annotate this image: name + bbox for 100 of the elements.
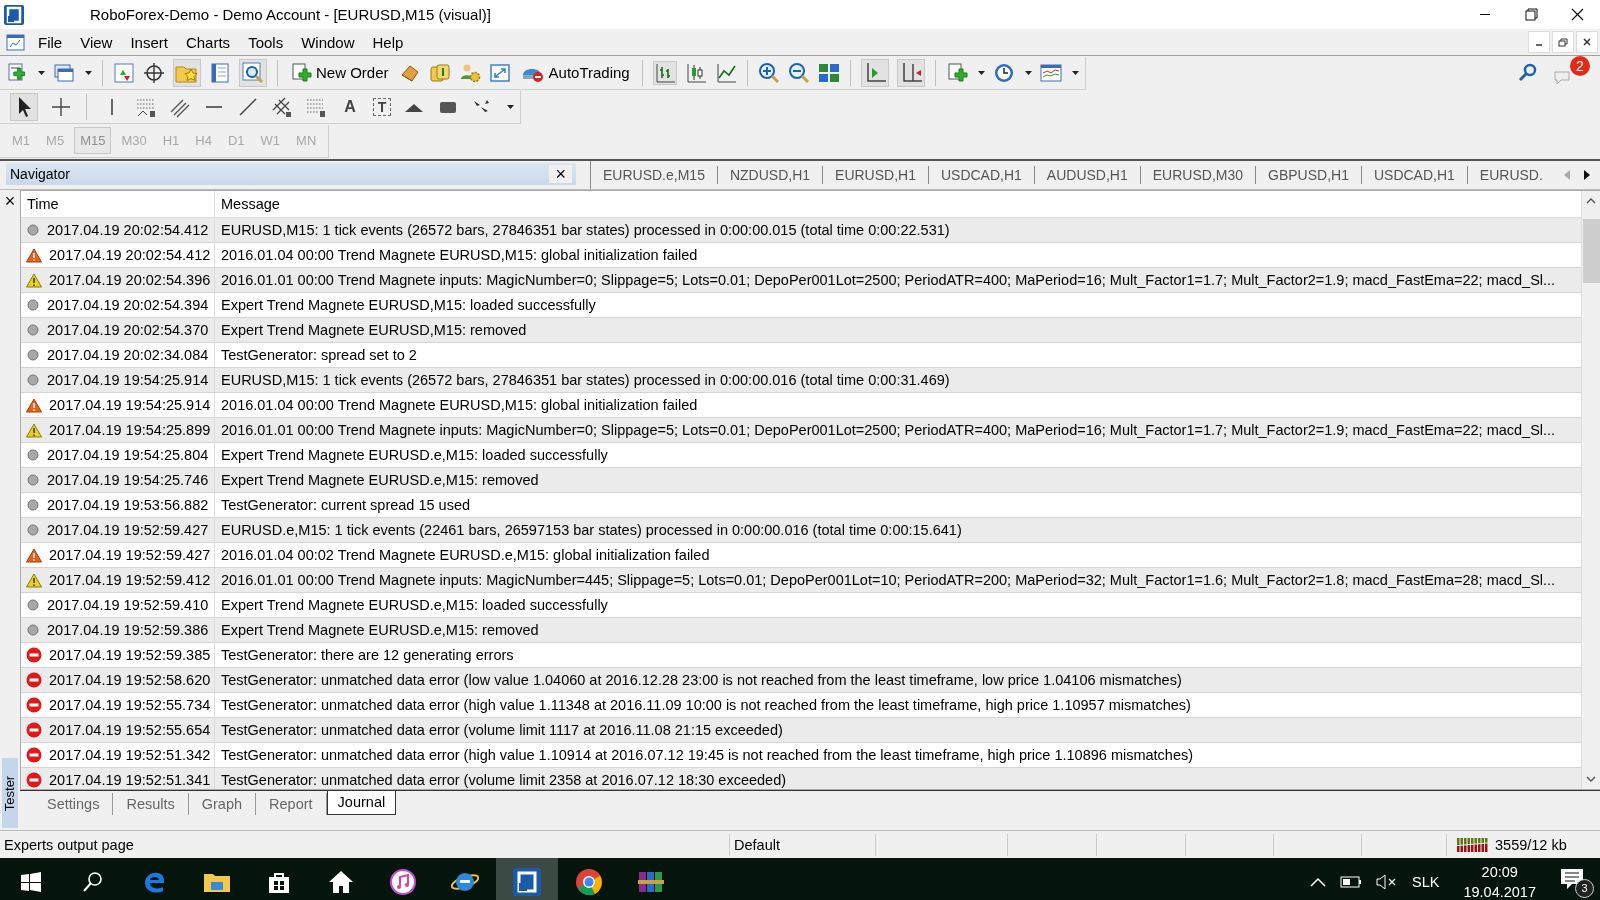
app-logo-icon[interactable] [513, 868, 541, 896]
time-cell: 2017.04.19 19:52:55.734 [49, 697, 211, 713]
clock-time[interactable]: 20:09 [1481, 862, 1518, 882]
windows-logo-icon[interactable] [21, 872, 41, 892]
candlestick-icon[interactable] [684, 61, 707, 84]
time-cell: 2017.04.19 19:54:25.914 [47, 372, 209, 388]
caret-up-icon[interactable] [1310, 877, 1326, 887]
traffic-meter-icon [1457, 836, 1489, 853]
line-chart-icon[interactable] [714, 61, 737, 84]
time-cell: 2017.04.19 19:52:51.342 [49, 747, 211, 763]
message-cell-text: Expert Trend Magnete EURUSD.e,M15: loaded successfully [220, 597, 608, 613]
market-window-icon[interactable] [113, 61, 135, 84]
status-message: Experts output page [4, 836, 134, 853]
chart-tab[interactable]: GBPUSD,H1 [1256, 166, 1362, 184]
menu-item[interactable]: View [71, 33, 122, 51]
restore-icon[interactable] [1552, 31, 1574, 53]
menu-item[interactable]: Insert [121, 33, 177, 51]
chart-document-icon[interactable] [6, 32, 26, 52]
time-cell: 2017.04.19 20:02:34.084 [47, 347, 209, 363]
window-stack-icon[interactable] [53, 61, 75, 84]
gann-grid-icon[interactable] [271, 95, 293, 118]
store-bag-icon[interactable] [267, 870, 291, 894]
expand-icon[interactable] [488, 61, 511, 84]
message-cell-text: TestGenerator: unmatched data error (high value 1.10914 at 2016.07.12 19:45 is not reached from the least timeframe, high price 1.10896 mismatches) [220, 747, 1194, 763]
app-logo-icon [4, 4, 24, 25]
chart-tab[interactable]: EURUSD. [1467, 166, 1555, 184]
search-icon[interactable] [82, 871, 104, 893]
menu-item[interactable]: Tools [239, 33, 293, 51]
panel-tab[interactable]: Results [113, 793, 189, 815]
scroll-right-icon[interactable] [1584, 170, 1590, 180]
alert-triangle-icon [26, 397, 42, 413]
tile-windows-icon[interactable] [817, 61, 840, 84]
magnifier-chart-icon[interactable] [239, 58, 267, 87]
list-window-icon[interactable] [209, 61, 231, 84]
text-label-tool[interactable]: T [373, 97, 391, 116]
time-cell: 2017.04.19 20:02:54.412 [47, 222, 209, 238]
menu-item[interactable]: File [29, 33, 72, 51]
clock-icon[interactable] [992, 61, 1015, 84]
panel-tab[interactable]: Settings [34, 793, 114, 815]
panel-title: Navigator [10, 166, 70, 182]
menu-item[interactable]: Help [363, 33, 413, 51]
traffic-reading: 3559/12 kb [1495, 836, 1567, 853]
coins-icon[interactable] [428, 61, 451, 84]
zoom-in-icon[interactable] [757, 61, 780, 84]
chart-tab[interactable]: USDCAD,H1 [1361, 166, 1468, 184]
chart-window-icon[interactable] [1039, 61, 1062, 84]
message-cell-text: Expert Trend Magnete EURUSD.e,M15: loaded successfully [220, 447, 608, 463]
message-cell-text: 2016.01.01 00:00 Trend Magnete inputs: MagicNumber=0; Slippage=5; Lots=0.01; DepoPer001Lot=2500; PeriodATR=400; MaPeriod=16; Mult_Factor1=1.7; Mult_Factor2=1.9; macd_FastEma=22; macd_Sl... [220, 422, 1556, 438]
warning-triangle-icon [26, 272, 42, 288]
chart-tab[interactable]: EURUSD.e,M15 [591, 166, 718, 184]
close-button[interactable]: × [549, 165, 572, 183]
column-header[interactable]: Message [215, 196, 280, 212]
alert-triangle-icon [26, 547, 42, 563]
clock-date[interactable]: 19.04.2017 [1463, 882, 1536, 900]
panel-tab[interactable]: Journal [326, 791, 397, 815]
time-cell: 2017.04.19 19:54:25.899 [49, 422, 211, 438]
bar-chart-icon[interactable] [652, 60, 677, 85]
close-icon[interactable] [1576, 31, 1598, 53]
error-icon [26, 722, 42, 738]
cursor-icon[interactable] [10, 92, 38, 121]
globe-icon[interactable] [575, 868, 603, 896]
time-cell: 2017.04.19 19:54:25.914 [49, 397, 211, 413]
panel-tab[interactable]: Report [256, 793, 327, 815]
warning-triangle-icon [26, 422, 42, 438]
speaker-mute-icon[interactable] [1376, 874, 1398, 890]
message-cell-text: 2016.01.04 00:02 Trend Magnete EURUSD.e,M15: global initialization failed [220, 547, 710, 563]
message-cell-text: EURUSD,M15: 1 tick events (26572 bars, 27846351 bar states) processed in 0:00:00.016 (total time 0:00:31.469) [220, 372, 950, 388]
chart-tab[interactable]: EURUSD,H1 [823, 166, 929, 184]
zoom-out-icon[interactable] [787, 61, 810, 84]
text-tool[interactable]: A [339, 97, 361, 116]
document-plus-icon [290, 61, 312, 84]
close-button[interactable]: × [4, 192, 16, 210]
autotrading-button[interactable]: AutoTrading [518, 61, 632, 84]
error-icon [26, 672, 42, 688]
books-icon[interactable] [637, 869, 665, 895]
home-icon[interactable] [328, 870, 354, 894]
document-plus-icon[interactable] [6, 61, 28, 84]
info-dot-icon [26, 373, 40, 387]
time-cell: 2017.04.19 19:52:58.620 [49, 672, 211, 688]
panel-tab[interactable]: Graph [188, 793, 257, 815]
crosshair-icon[interactable] [143, 61, 165, 84]
music-note-icon[interactable] [390, 869, 416, 895]
chart-tab[interactable]: NZDUSD,H1 [717, 166, 824, 184]
chart-tab[interactable]: USDCAD,H1 [928, 166, 1035, 184]
chart-tab[interactable]: EURUSD,M30 [1140, 166, 1256, 184]
time-cell: 2017.04.19 19:52:59.385 [49, 647, 211, 663]
scrollbar-thumb[interactable] [1582, 219, 1600, 283]
column-header[interactable]: Time [21, 196, 59, 212]
document-plus-icon[interactable] [945, 61, 968, 84]
menu-item[interactable]: Window [292, 33, 364, 51]
battery-icon[interactable] [1340, 876, 1362, 888]
time-cell: 2017.04.19 19:52:51.341 [49, 772, 211, 788]
language-indicator[interactable]: SLK [1412, 874, 1440, 890]
minimize-icon[interactable] [1528, 31, 1550, 53]
axis-marker-icon[interactable] [896, 58, 925, 87]
message-cell-text: TestGenerator: current spread 15 used [220, 497, 471, 513]
info-dot-icon [26, 448, 40, 462]
menu-item[interactable]: Charts [176, 33, 240, 51]
new-order-button[interactable]: New Order [288, 61, 391, 84]
chart-tab[interactable]: AUDUSD,H1 [1034, 166, 1141, 184]
